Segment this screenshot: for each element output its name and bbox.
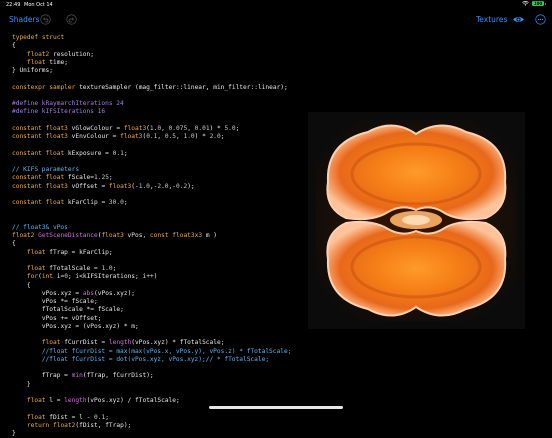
shader-source-code[interactable]: typedef struct { float2 resolution; floa… (12, 34, 291, 438)
code-line[interactable]: vPos.xyz = abs(vPos.xyz); (12, 290, 135, 297)
code-line[interactable]: float fCurrDist = length(vPos.xyz) * fTo… (12, 339, 225, 346)
shader-render-preview[interactable] (308, 112, 525, 329)
code-line[interactable]: return float2(fDist, fTrap); (12, 422, 131, 429)
code-line[interactable]: #define kRaymarchIterations 24 (12, 100, 124, 107)
ellipsis-icon[interactable] (535, 14, 546, 25)
battery-icon: 100 (532, 1, 546, 6)
code-line[interactable]: //float fCurrDist = dot(vPos.xyz, vPos.x… (12, 356, 269, 363)
code-line[interactable]: constant float kFarClip = 30.0; (12, 199, 128, 206)
code-line[interactable]: float l = length(vPos.xyz) / fTotalScale… (12, 397, 180, 404)
code-line[interactable]: vPos *= fScale; (12, 298, 98, 305)
code-line[interactable]: } (12, 381, 31, 388)
code-line[interactable]: } Uniforms; (12, 67, 53, 74)
navigation-bar: Shaders Textures (0, 10, 552, 30)
code-line[interactable]: { (12, 42, 16, 49)
code-line[interactable]: { (12, 240, 16, 247)
code-line[interactable]: constant float3 vGlowColour = float3(1.0… (12, 125, 239, 132)
code-line[interactable]: float2 GetSceneDistance(float3 vPos, con… (12, 232, 217, 239)
code-line[interactable]: float fTrap = kFarClip; (12, 249, 113, 256)
wifi-icon (522, 1, 529, 6)
code-editor[interactable]: typedef struct { float2 resolution; floa… (0, 30, 552, 437)
undo-icon[interactable] (40, 14, 51, 25)
home-indicator[interactable] (209, 406, 343, 409)
eye-icon[interactable] (512, 13, 525, 26)
code-line[interactable]: constexpr sampler textureSampler (mag_fi… (12, 84, 288, 91)
code-line[interactable]: float2 resolution; (12, 51, 94, 58)
code-line[interactable]: constant float3 vOffset = float3(-1.0,-2… (12, 183, 195, 190)
code-line[interactable]: constant float3 vEnvColour = float3(0.1,… (12, 133, 224, 140)
code-line[interactable]: // float3& vPos (12, 224, 68, 231)
battery-level: 100 (532, 1, 544, 6)
code-line[interactable]: float time; (12, 59, 68, 66)
textures-button[interactable]: Textures (476, 15, 507, 24)
code-line[interactable]: } (12, 430, 16, 437)
code-line[interactable]: // KIFS parameters (12, 166, 79, 173)
code-line[interactable]: constant float fScale=1.25; (12, 174, 113, 181)
redo-icon[interactable] (66, 14, 77, 25)
code-line[interactable]: fTotalScale *= fScale; (12, 306, 124, 313)
status-indicators: 100 (522, 1, 546, 6)
fractal-render (308, 112, 525, 329)
code-line[interactable]: vPos += vOffset; (12, 315, 102, 322)
code-line[interactable]: vPos.xyz = (vPos.xyz) * m; (12, 323, 139, 330)
code-line[interactable]: //float fCurrDist = max(max(vPos.x, vPos… (12, 348, 292, 355)
code-line[interactable]: for(int i=0; i<kIFSIterations; i++) (12, 273, 158, 280)
code-line[interactable]: float fDist = l - 0.1; (12, 414, 109, 421)
code-line[interactable]: fTrap = min(fTrap, fCurrDist); (12, 372, 154, 379)
back-button-shaders[interactable]: Shaders (9, 15, 39, 24)
code-line[interactable]: constant float kExposure = 0.1; (12, 150, 128, 157)
code-line[interactable]: typedef struct (12, 34, 64, 41)
status-bar: 22:49 Mon Oct 14 100 (0, 0, 552, 9)
status-date: Mon Oct 14 (24, 2, 53, 8)
code-line[interactable]: float fTotalScale = 1.0; (12, 265, 116, 272)
code-line[interactable]: #define kIFSIterations 16 (12, 108, 105, 115)
code-line[interactable]: { (12, 282, 31, 289)
status-time: 22:49 (6, 2, 21, 8)
